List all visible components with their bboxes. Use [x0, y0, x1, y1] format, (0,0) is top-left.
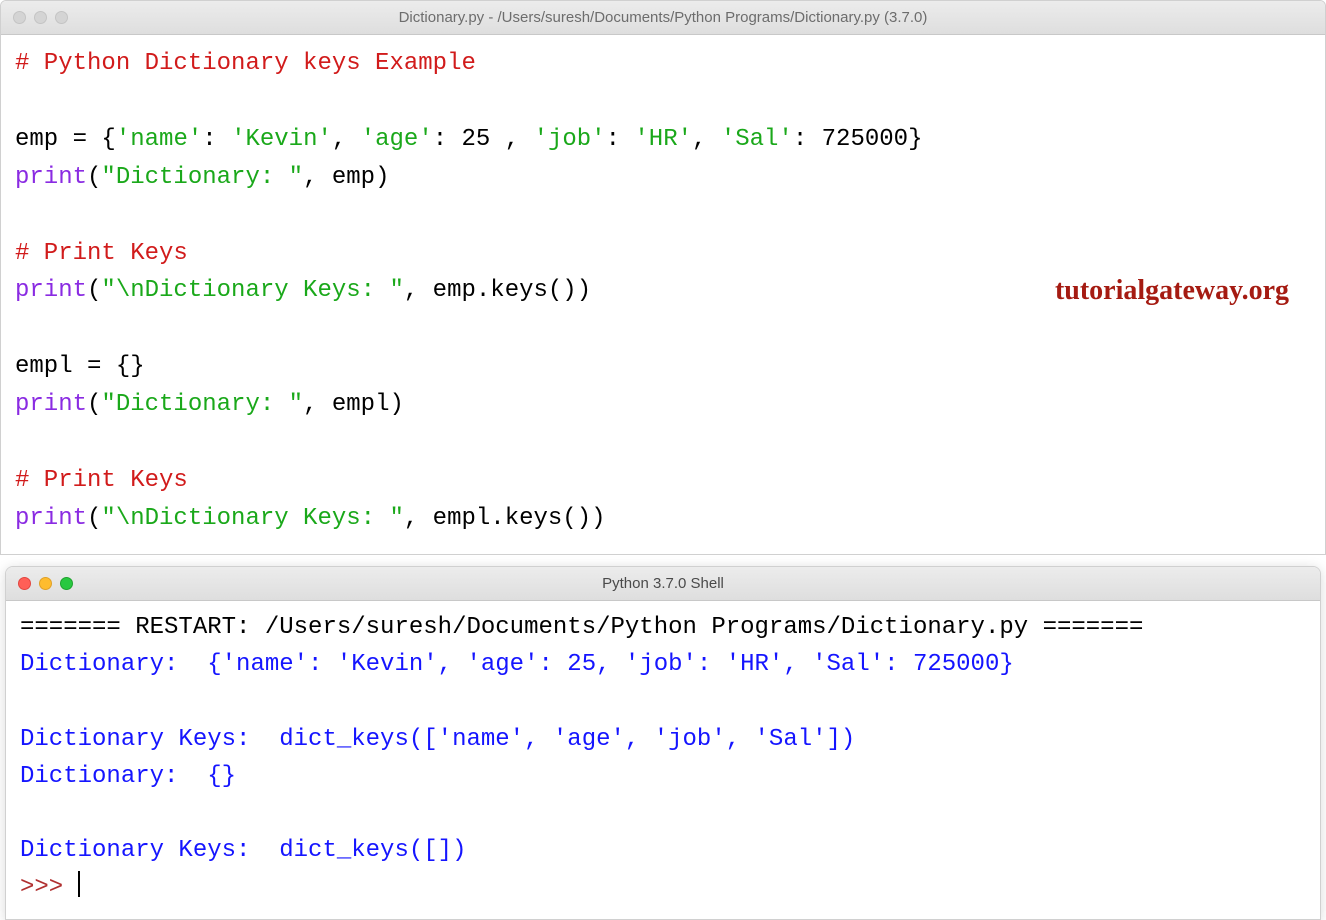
code-number: 725000: [822, 126, 908, 153]
code-comment: # Print Keys: [15, 240, 188, 267]
code-string: "Dictionary: ": [101, 164, 303, 191]
code-string: 'HR': [634, 126, 692, 153]
code-text: :: [793, 126, 822, 153]
minimize-icon[interactable]: [34, 11, 47, 24]
code-text: }: [908, 126, 922, 153]
code-text: , empl.keys()): [404, 505, 606, 532]
cursor-icon: [78, 871, 80, 897]
code-text: :: [606, 126, 635, 153]
shell-restart-line: RESTART: /Users/suresh/Documents/Python …: [135, 614, 1028, 641]
code-string: "\nDictionary Keys: ": [101, 277, 403, 304]
code-string: 'Sal': [721, 126, 793, 153]
close-icon[interactable]: [13, 11, 26, 24]
code-comment: # Python Dictionary keys Example: [15, 50, 476, 77]
code-builtin: print: [15, 277, 87, 304]
code-text: ,: [490, 126, 533, 153]
shell-title: Python 3.7.0 Shell: [6, 575, 1320, 592]
shell-output: Dictionary: {'name': 'Kevin', 'age': 25,…: [20, 651, 1014, 678]
shell-restart-prefix: =======: [20, 614, 135, 641]
shell-prompt: >>>: [20, 874, 78, 901]
code-text: (: [87, 277, 101, 304]
code-number: 25: [462, 126, 491, 153]
shell-output: Dictionary Keys: dict_keys([]): [20, 837, 466, 864]
watermark-text: tutorialgateway.org: [1055, 269, 1289, 313]
code-text: :: [433, 126, 462, 153]
idle-shell-window: Python 3.7.0 Shell ======= RESTART: /Use…: [5, 566, 1321, 920]
zoom-icon[interactable]: [55, 11, 68, 24]
code-text: (: [87, 505, 101, 532]
code-text: , emp): [303, 164, 389, 191]
shell-output-area[interactable]: ======= RESTART: /Users/suresh/Documents…: [6, 601, 1320, 919]
editor-code-area[interactable]: # Python Dictionary keys Example emp = {…: [1, 35, 1325, 554]
code-string: 'Kevin': [231, 126, 332, 153]
code-text: empl = {}: [15, 353, 145, 380]
code-text: , empl): [303, 391, 404, 418]
code-comment: # Print Keys: [15, 467, 188, 494]
minimize-icon[interactable]: [39, 577, 52, 590]
shell-titlebar[interactable]: Python 3.7.0 Shell: [6, 567, 1320, 601]
shell-output: Dictionary Keys: dict_keys(['name', 'age…: [20, 726, 855, 753]
code-builtin: print: [15, 391, 87, 418]
code-text: , emp.keys()): [404, 277, 591, 304]
code-text: (: [87, 391, 101, 418]
shell-output: Dictionary: {}: [20, 763, 236, 790]
code-builtin: print: [15, 505, 87, 532]
code-text: ,: [332, 126, 361, 153]
code-builtin: print: [15, 164, 87, 191]
code-text: :: [202, 126, 231, 153]
code-text: ,: [692, 126, 721, 153]
editor-titlebar[interactable]: Dictionary.py - /Users/suresh/Documents/…: [1, 1, 1325, 35]
idle-editor-window: Dictionary.py - /Users/suresh/Documents/…: [0, 0, 1326, 555]
code-string: "\nDictionary Keys: ": [101, 505, 403, 532]
code-string: "Dictionary: ": [101, 391, 303, 418]
zoom-icon[interactable]: [60, 577, 73, 590]
traffic-lights: [1, 11, 68, 24]
close-icon[interactable]: [18, 577, 31, 590]
editor-title: Dictionary.py - /Users/suresh/Documents/…: [1, 9, 1325, 26]
code-text: emp = {: [15, 126, 116, 153]
traffic-lights: [6, 577, 73, 590]
code-string: 'age': [361, 126, 433, 153]
code-string: 'job': [534, 126, 606, 153]
shell-restart-suffix: =======: [1028, 614, 1143, 641]
code-text: (: [87, 164, 101, 191]
code-string: 'name': [116, 126, 202, 153]
